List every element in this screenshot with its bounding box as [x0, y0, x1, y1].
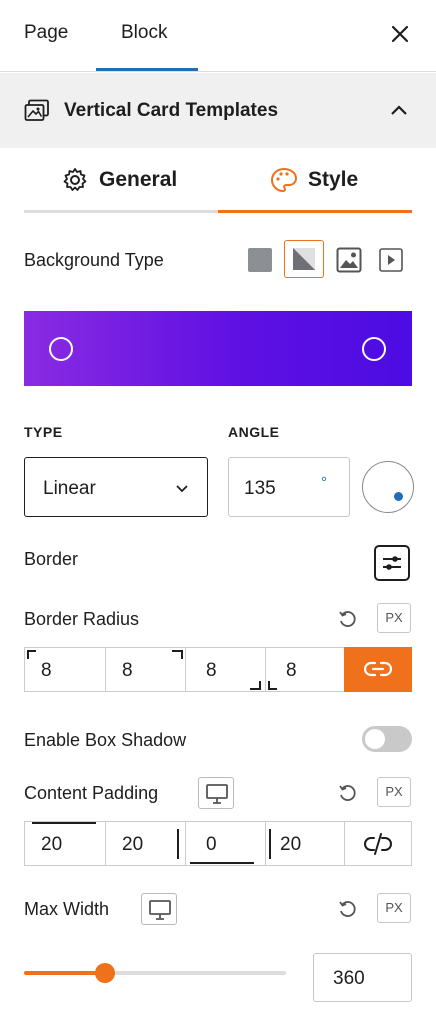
gradient-stop-end[interactable]: [362, 337, 386, 361]
slider-fill: [24, 971, 105, 975]
slider-thumb[interactable]: [95, 963, 115, 983]
gradient-type-select[interactable]: Linear: [24, 457, 208, 517]
panel-title: Vertical Card Templates: [64, 100, 279, 121]
angle-dial[interactable]: [362, 461, 414, 513]
angle-input[interactable]: 135 °: [228, 457, 350, 517]
padding-left-value: 20: [280, 834, 302, 855]
border-radius-label: Border Radius: [24, 609, 140, 629]
sliders-icon: [383, 556, 401, 570]
top-tabs: Page Block: [0, 0, 436, 72]
link-icon: [364, 661, 392, 677]
max-width-device-button[interactable]: [141, 893, 177, 925]
toggle-knob: [365, 729, 385, 749]
chevron-down-icon: [176, 485, 188, 493]
palette-icon: [270, 167, 298, 193]
border-settings-button[interactable]: [374, 545, 410, 581]
tab-page[interactable]: Page: [24, 22, 68, 44]
border-radius-link-button[interactable]: [344, 647, 412, 692]
video-icon[interactable]: [379, 248, 403, 272]
active-tab-indicator: [96, 68, 198, 71]
gear-icon: [63, 168, 87, 191]
content-padding-label: Content Padding: [24, 783, 159, 803]
desktop-icon: [206, 784, 228, 804]
content-padding-device-button[interactable]: [198, 777, 234, 809]
reset-icon[interactable]: [337, 899, 357, 919]
angle-unit: °: [321, 474, 327, 491]
tab-general[interactable]: General: [99, 168, 177, 192]
unlink-icon: [364, 833, 392, 855]
max-width-slider[interactable]: [24, 963, 286, 983]
padding-side-markers: [32, 822, 271, 864]
gradient-icon: [293, 248, 315, 270]
type-label: TYPE: [24, 424, 63, 440]
gradient-type-button[interactable]: [284, 240, 324, 278]
border-radius-unit[interactable]: PX: [377, 603, 411, 633]
content-padding-unit[interactable]: PX: [377, 777, 411, 807]
angle-dial-handle[interactable]: [394, 492, 403, 501]
tab-style[interactable]: Style: [308, 168, 358, 192]
card-templates-icon: [24, 99, 49, 121]
desktop-icon: [149, 900, 171, 920]
max-width-value: 360: [333, 968, 365, 989]
chevron-up-icon[interactable]: [389, 103, 409, 117]
close-button[interactable]: [386, 20, 414, 48]
box-shadow-label: Enable Box Shadow: [24, 730, 187, 750]
image-icon[interactable]: [336, 247, 362, 273]
max-width-unit[interactable]: PX: [377, 893, 411, 923]
border-label: Border: [24, 549, 79, 569]
background-type-label: Background Type: [24, 250, 164, 270]
gradient-stop-start[interactable]: [49, 337, 73, 361]
close-icon: [391, 25, 409, 43]
gradient-preview[interactable]: [24, 311, 412, 386]
tab-block[interactable]: Block: [121, 22, 167, 44]
max-width-input[interactable]: 360: [313, 953, 412, 1002]
box-shadow-toggle[interactable]: [362, 726, 412, 752]
max-width-label: Max Width: [24, 899, 110, 919]
angle-value: 135: [244, 478, 276, 499]
reset-icon[interactable]: [337, 609, 357, 629]
panel-header[interactable]: Vertical Card Templates: [0, 73, 436, 148]
gradient-type-value: Linear: [43, 478, 96, 499]
inner-tab-active-indicator: [218, 210, 412, 213]
angle-label: ANGLE: [228, 424, 280, 440]
content-padding-link-button[interactable]: [344, 821, 412, 866]
reset-icon[interactable]: [337, 783, 357, 803]
padding-left[interactable]: 20: [265, 821, 345, 866]
color-icon[interactable]: [248, 248, 272, 272]
